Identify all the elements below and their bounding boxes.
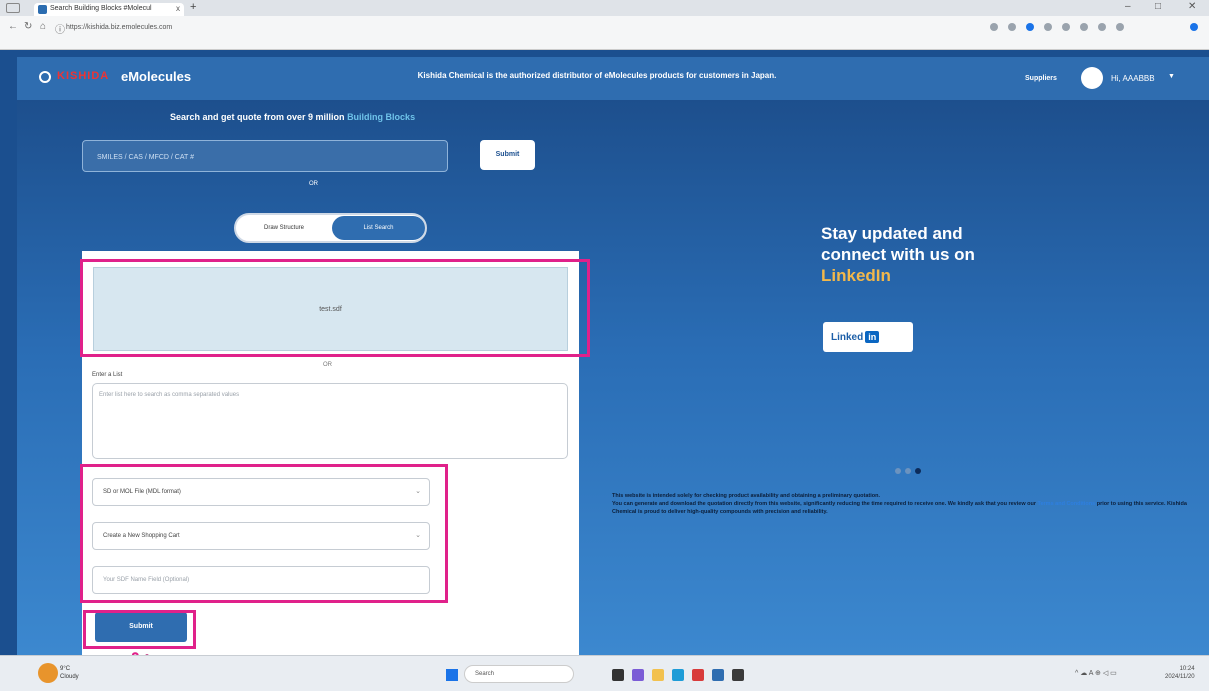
split-screen-icon[interactable]: [1044, 23, 1052, 31]
profile-icon[interactable]: [1098, 23, 1106, 31]
terms-link[interactable]: Terms and Conditions: [1038, 501, 1096, 507]
teams-icon[interactable]: [632, 669, 644, 681]
minimize-button[interactable]: –: [1125, 1, 1131, 12]
weather-widget[interactable]: 9°C Cloudy: [60, 665, 79, 681]
kishida-brand[interactable]: KISHIDA: [57, 70, 109, 82]
clock-time: 10:24: [1179, 666, 1195, 672]
suppliers-link[interactable]: Suppliers: [1025, 75, 1057, 82]
highlight-dropzone: [80, 259, 590, 357]
browser-tab-bar: Search Building Blocks #Molecul x + – □ …: [0, 0, 1209, 16]
carousel-dot-2[interactable]: [905, 468, 911, 474]
promo-line-3: LinkedIn: [821, 266, 891, 285]
or-divider: OR: [323, 362, 332, 368]
back-icon[interactable]: ←: [8, 21, 18, 32]
browser-address-bar: ← ↻ ⌂ ⓘ https://kishida.biz.emolecules.c…: [0, 16, 1209, 50]
clock-date: 2024/11/20: [1165, 674, 1195, 680]
collections-icon[interactable]: [1062, 23, 1070, 31]
chevron-down-icon[interactable]: ▼: [1168, 73, 1175, 80]
user-menu[interactable]: Hi, AAABBB: [1111, 74, 1155, 83]
read-aloud-icon[interactable]: [990, 23, 998, 31]
refresh-icon[interactable]: ↻: [24, 21, 32, 32]
smiles-search-input[interactable]: SMILES / CAS / MFCD / CAT #: [82, 140, 448, 172]
system-tray[interactable]: ^ ☁ A ⊕ ◁ ▭: [1075, 669, 1117, 677]
menu-icon[interactable]: [1116, 23, 1124, 31]
highlight-options: [80, 464, 448, 603]
tab-title: Search Building Blocks #Molecul: [50, 5, 152, 12]
highlight-submit: [83, 610, 196, 649]
disclaimer-part-1: This website is intended solely for chec…: [612, 493, 881, 499]
maximize-button[interactable]: □: [1155, 1, 1161, 12]
search-mode-toggle: Draw Structure List Search: [234, 213, 427, 243]
taskbar-search[interactable]: Search: [464, 665, 574, 683]
browser-essentials-icon[interactable]: [1080, 23, 1088, 31]
windows-taskbar: 9°C Cloudy Search ^ ☁ A ⊕ ◁ ▭ 10:24 2024…: [0, 655, 1209, 691]
favorites-icon[interactable]: [1008, 23, 1016, 31]
search-title-text: Search and get quote from over 9 million: [170, 112, 345, 122]
linkedin-button-text: Linked: [831, 332, 864, 343]
tab-list-icon[interactable]: [6, 3, 20, 13]
linkedin-promo: Stay updated and connect with us on Link…: [821, 223, 1081, 286]
app-icon[interactable]: [732, 669, 744, 681]
or-divider: OR: [309, 181, 318, 187]
carousel-dots: [895, 461, 925, 479]
close-window-button[interactable]: ✕: [1188, 1, 1196, 12]
task-view-icon[interactable]: [612, 669, 624, 681]
weather-temp: 9°C: [60, 666, 71, 672]
site-info-icon[interactable]: ⓘ: [55, 21, 65, 36]
weather-cond: Cloudy: [60, 674, 79, 680]
file-explorer-icon[interactable]: [652, 669, 664, 681]
tab-close-icon[interactable]: x: [176, 4, 180, 13]
copilot-icon[interactable]: [1190, 23, 1198, 31]
browser-tab[interactable]: Search Building Blocks #Molecul x: [34, 3, 184, 16]
windows-start-icon[interactable]: [446, 669, 458, 681]
tab-list-search[interactable]: List Search: [332, 216, 425, 240]
promo-line-1: Stay updated and: [821, 224, 963, 243]
new-tab-button[interactable]: +: [190, 1, 196, 13]
emolecules-brand[interactable]: eMolecules: [121, 69, 191, 84]
distributor-message: Kishida Chemical is the authorized distr…: [417, 71, 777, 80]
store-icon[interactable]: [712, 669, 724, 681]
weather-icon[interactable]: [38, 663, 58, 683]
list-textarea[interactable]: Enter list here to search as comma separ…: [92, 383, 568, 459]
extension-icon[interactable]: [1026, 23, 1034, 31]
edge-icon[interactable]: [672, 669, 684, 681]
carousel-dot-1[interactable]: [895, 468, 901, 474]
carousel-dot-3[interactable]: [915, 468, 921, 474]
list-label: Enter a List: [92, 372, 123, 378]
office-icon[interactable]: [692, 669, 704, 681]
home-icon[interactable]: ⌂: [40, 21, 46, 32]
url-field[interactable]: https://kishida.biz.emolecules.com: [66, 21, 966, 36]
search-title: Search and get quote from over 9 million…: [170, 112, 415, 122]
tab-draw-structure[interactable]: Draw Structure: [236, 215, 332, 241]
site-header: KISHIDA eMolecules Kishida Chemical is t…: [17, 57, 1209, 100]
avatar[interactable]: [1081, 67, 1103, 89]
site-favicon-icon: [38, 5, 47, 14]
search-submit-button[interactable]: Submit: [480, 140, 535, 170]
search-title-highlight: Building Blocks: [347, 112, 416, 122]
promo-line-2: connect with us on: [821, 245, 975, 264]
linkedin-icon: in: [865, 331, 880, 343]
disclaimer-text: This website is intended solely for chec…: [612, 492, 1204, 516]
kishida-logo-icon: [39, 71, 51, 83]
linkedin-button[interactable]: Linked in: [823, 322, 913, 352]
disclaimer-part-2: You can generate and download the quotat…: [612, 501, 1036, 507]
taskbar-clock[interactable]: 10:24 2024/11/20: [1165, 665, 1195, 681]
